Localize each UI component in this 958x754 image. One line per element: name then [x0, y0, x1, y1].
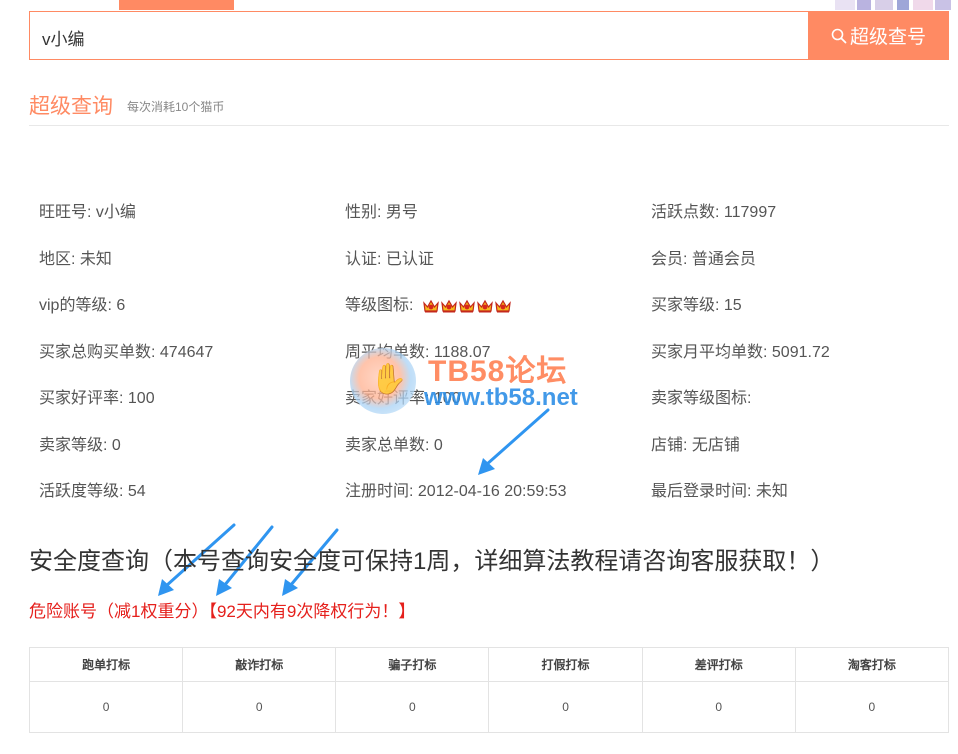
table-header: 骗子打标: [335, 647, 490, 682]
info-gender: 性别: 男号: [345, 198, 418, 222]
danger-status: 危险账号（减1权重分）【92天内有9次降权行为！】: [29, 602, 416, 621]
table-row: 0 0 0 0 0 0: [28, 681, 950, 733]
top-active-tab[interactable]: [119, 0, 234, 10]
info-value: v小编: [95, 204, 136, 221]
info-activity-level: 活跃度等级: 54: [39, 477, 146, 501]
table-header: 差评打标: [641, 647, 796, 682]
info-label: 地区:: [39, 251, 76, 268]
info-label: vip的等级:: [39, 297, 112, 314]
info-value: 5091.72: [771, 344, 830, 361]
info-value: 1188.07: [433, 344, 491, 361]
table-cell: 0: [182, 681, 337, 733]
table-cell: 0: [488, 681, 643, 733]
info-member: 会员: 普通会员: [651, 245, 756, 269]
info-vip-level: vip的等级: 6: [39, 291, 125, 315]
info-label: 卖家好评率:: [345, 390, 430, 407]
info-seller-level-icon: 卖家等级图标:: [651, 384, 751, 408]
info-value: 无店铺: [691, 437, 740, 454]
info-buyer-total: 买家总购买单数: 474647: [39, 338, 213, 362]
info-value: 117997: [723, 204, 777, 221]
info-value: 0: [433, 437, 443, 454]
info-label: 卖家等级:: [39, 437, 108, 454]
info-value: 未知: [755, 483, 788, 500]
info-last-login: 最后登录时间: 未知: [651, 477, 788, 501]
info-label: 周平均单数:: [345, 344, 430, 361]
info-active-points: 活跃点数: 117997: [651, 198, 776, 222]
info-label: 会员:: [651, 251, 688, 268]
table-cell: 0: [28, 681, 184, 733]
info-label: 买家总购买单数:: [39, 344, 156, 361]
table-header: 淘客打标: [794, 647, 950, 682]
info-label: 旺旺号:: [39, 204, 92, 221]
info-label: 买家月平均单数:: [651, 344, 768, 361]
info-seller-rate: 卖家好评率: 100: [345, 384, 461, 408]
section-subtitle: 每次消耗10个猫币: [127, 100, 225, 114]
table-header-row: 跑单打标 敲诈打标 骗子打标 打假打标 差评打标 淘客打标: [28, 647, 950, 682]
info-shop: 店铺: 无店铺: [651, 431, 740, 455]
crown-icons: [422, 298, 512, 314]
corner-decoration-image: [835, 0, 951, 10]
crown-icon: [495, 299, 511, 313]
search-input[interactable]: [42, 25, 782, 49]
info-buyer-monthly: 买家月平均单数: 5091.72: [651, 338, 830, 362]
info-seller-level: 卖家等级: 0: [39, 431, 121, 455]
info-auth: 认证: 已认证: [345, 245, 434, 269]
info-value: 6: [116, 297, 126, 314]
info-value: 普通会员: [691, 251, 756, 268]
info-value: 100: [433, 390, 461, 407]
info-value: 54: [127, 483, 146, 500]
info-label: 性别:: [345, 204, 382, 221]
info-label: 卖家等级图标:: [651, 390, 752, 407]
info-label: 活跃度等级:: [39, 483, 124, 500]
section-divider: [29, 125, 949, 126]
info-label: 等级图标:: [345, 297, 414, 314]
info-value: 100: [127, 390, 155, 407]
safety-title: 安全度查询（本号查询安全度可保持1周，详细算法教程请咨询客服获取！）: [29, 548, 835, 575]
info-label: 买家好评率:: [39, 390, 124, 407]
arrow-icon: [478, 408, 550, 475]
table-cell: 0: [794, 681, 950, 733]
info-region: 地区: 未知: [39, 245, 112, 269]
info-value: 15: [723, 297, 742, 314]
info-value: 男号: [385, 204, 418, 221]
info-label: 最后登录时间:: [651, 483, 752, 500]
info-label: 买家等级:: [651, 297, 720, 314]
info-weekly-avg: 周平均单数: 1188.07: [345, 338, 491, 362]
table-cell: 0: [641, 681, 796, 733]
info-value: 2012-04-16 20:59:53: [417, 483, 567, 500]
table-header: 打假打标: [488, 647, 643, 682]
info-label: 活跃点数:: [651, 204, 720, 221]
search-icon: [831, 28, 847, 43]
info-value: 未知: [79, 251, 112, 268]
crown-icon: [441, 299, 457, 313]
info-value: 0: [111, 437, 121, 454]
crown-icon: [477, 299, 493, 313]
info-value: 已认证: [385, 251, 434, 268]
info-wangwang: 旺旺号: v小编: [39, 198, 136, 222]
info-register-time: 注册时间: 2012-04-16 20:59:53: [345, 477, 566, 501]
info-label: 店铺:: [651, 437, 688, 454]
section-title: 超级查询: [29, 95, 113, 118]
info-label: 认证:: [345, 251, 382, 268]
super-search-button[interactable]: 超级查号: [808, 11, 949, 60]
info-level-icon: 等级图标:: [345, 291, 512, 315]
search-box: [29, 11, 808, 60]
info-buyer-rate: 买家好评率: 100: [39, 384, 155, 408]
info-value: 474647: [159, 344, 214, 361]
info-seller-total: 卖家总单数: 0: [345, 431, 443, 455]
table-cell: 0: [335, 681, 490, 733]
table-header: 跑单打标: [28, 647, 184, 682]
info-label: 卖家总单数:: [345, 437, 430, 454]
crown-icon: [423, 299, 439, 313]
info-label: 注册时间:: [345, 483, 414, 500]
search-button-label: 超级查号: [849, 27, 926, 48]
table-header: 敲诈打标: [182, 647, 337, 682]
marks-table: 跑单打标 敲诈打标 骗子打标 打假打标 差评打标 淘客打标 0 0 0 0 0 …: [28, 647, 950, 733]
crown-icon: [459, 299, 475, 313]
info-buyer-level: 买家等级: 15: [651, 291, 742, 315]
